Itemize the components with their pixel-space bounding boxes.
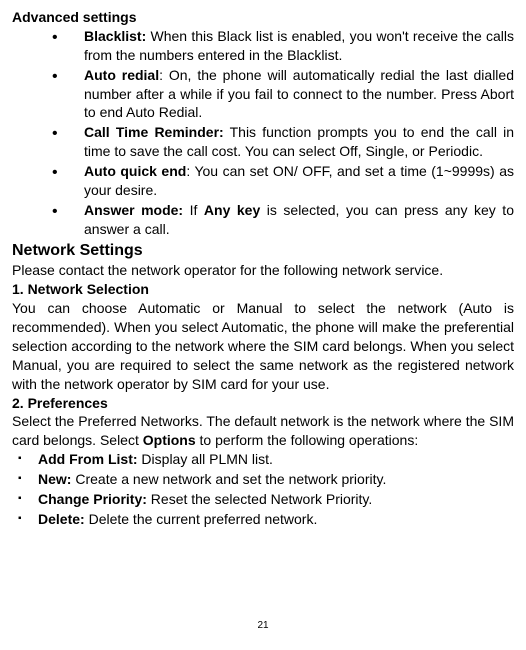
network-selection-heading: 1. Network Selection xyxy=(12,280,514,299)
list-item: Call Time Reminder: This function prompt… xyxy=(52,123,514,161)
advanced-settings-list: Blacklist: When this Black list is enabl… xyxy=(12,27,514,239)
pref-bold: Options xyxy=(143,432,196,448)
item-label: Add From List: xyxy=(38,451,138,467)
item-label-2: Any key xyxy=(204,202,260,218)
pref-text-post: to perform the following operations: xyxy=(196,432,419,448)
item-label: Auto redial xyxy=(84,67,159,83)
list-item: Auto redial: On, the phone will automati… xyxy=(52,66,514,123)
item-text: When this Black list is enabled, you won… xyxy=(84,28,514,63)
network-intro: Please contact the network operator for … xyxy=(12,261,514,280)
item-text: Create a new network and set the network… xyxy=(71,471,386,487)
item-label: Call Time Reminder: xyxy=(84,124,224,140)
item-text-pre: If xyxy=(183,202,204,218)
item-label: New: xyxy=(38,471,71,487)
list-item: New: Create a new network and set the ne… xyxy=(18,470,514,489)
network-settings-heading: Network Settings xyxy=(12,240,514,262)
list-item: Blacklist: When this Black list is enabl… xyxy=(52,27,514,65)
item-label: Answer mode: xyxy=(84,202,183,218)
list-item: Auto quick end: You can set ON/ OFF, and… xyxy=(52,162,514,200)
preferences-options-list: Add From List: Display all PLMN list. Ne… xyxy=(12,450,514,529)
item-label: Auto quick end xyxy=(84,163,186,179)
item-label: Blacklist: xyxy=(84,28,146,44)
list-item: Add From List: Display all PLMN list. xyxy=(18,450,514,469)
list-item: Change Priority: Reset the selected Netw… xyxy=(18,490,514,509)
page-number: 21 xyxy=(0,619,526,633)
advanced-settings-heading: Advanced settings xyxy=(12,8,514,27)
item-label: Change Priority: xyxy=(38,491,147,507)
list-item: Delete: Delete the current preferred net… xyxy=(18,510,514,529)
preferences-heading: 2. Preferences xyxy=(12,394,514,413)
network-selection-text: You can choose Automatic or Manual to se… xyxy=(12,299,514,393)
preferences-text: Select the Preferred Networks. The defau… xyxy=(12,412,514,450)
item-text: Display all PLMN list. xyxy=(138,451,273,467)
item-label: Delete: xyxy=(38,511,85,527)
list-item: Answer mode: If Any key is selected, you… xyxy=(52,201,514,239)
item-text: Delete the current preferred network. xyxy=(85,511,318,527)
item-text: Reset the selected Network Priority. xyxy=(147,491,372,507)
